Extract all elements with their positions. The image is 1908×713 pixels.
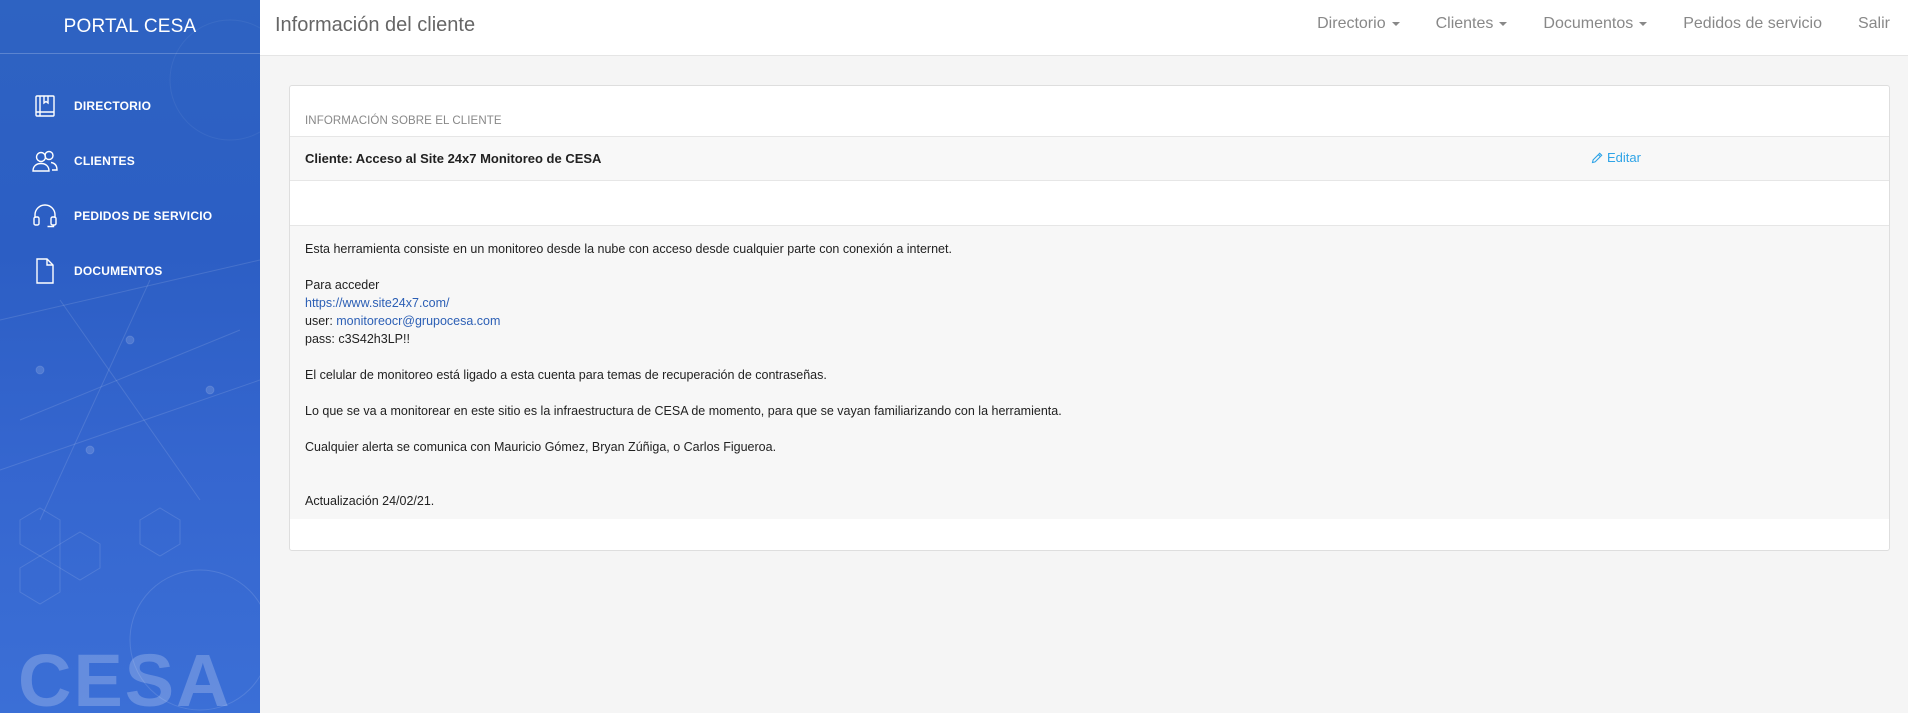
document-icon <box>32 257 58 284</box>
note-scope: Lo que se va a monitorear en este sitio … <box>305 404 1062 418</box>
pencil-icon <box>1591 152 1603 164</box>
updated-date: Actualización 24/02/21. <box>305 494 435 508</box>
sidebar-item-label: DOCUMENTOS <box>74 263 163 278</box>
site24x7-link[interactable]: https://www.site24x7.com/ <box>305 296 450 310</box>
top-navbar: Información del cliente Directorio Clien… <box>260 0 1908 56</box>
book-icon <box>32 93 58 119</box>
note-phone: El celular de monitoreo está ligado a es… <box>305 368 827 382</box>
sidebar-item-label: DIRECTORIO <box>74 98 152 113</box>
nav-salir[interactable]: Salir <box>1840 15 1908 33</box>
sidebar-nav: DIRECTORIO CLIENTES PEDIDOS DE SERVICIO … <box>0 78 260 298</box>
nav-label: Salir <box>1857 15 1890 32</box>
access-label: Para acceder <box>305 278 380 292</box>
nav-label: Pedidos de servicio <box>1683 15 1822 32</box>
empty-row <box>290 181 1889 226</box>
user-email-link[interactable]: monitoreocr@grupocesa.com <box>336 314 500 328</box>
client-title-row: Cliente: Acceso al Site 24x7 Monitoreo d… <box>290 136 1889 181</box>
note-alerts: Cualquier alerta se comunica con Maurici… <box>305 440 777 454</box>
user-prefix: user: <box>305 314 337 328</box>
nav-directorio-dropdown[interactable]: Directorio <box>1299 15 1417 33</box>
nav-label: Clientes <box>1435 15 1494 32</box>
sidebar-item-pedidos-de-servicio[interactable]: PEDIDOS DE SERVICIO <box>0 188 260 243</box>
page-title: Información del cliente <box>275 14 476 36</box>
edit-label: Editar <box>1607 150 1641 165</box>
sidebar-item-directorio[interactable]: DIRECTORIO <box>0 78 260 133</box>
top-nav: Directorio Clientes Documentos Pedidos d… <box>1299 0 1908 48</box>
sidebar: PORTAL CESA DIRECTORIO CLIENTES PEDIDOS … <box>0 0 260 713</box>
caret-down-icon <box>1639 22 1648 26</box>
nav-documentos-dropdown[interactable]: Documentos <box>1525 15 1665 33</box>
client-description: Esta herramienta consiste en un monitore… <box>290 226 1889 519</box>
nav-label: Directorio <box>1317 15 1386 32</box>
user-line: user: monitoreocr@grupocesa.com <box>305 312 1874 330</box>
caret-down-icon <box>1391 22 1400 26</box>
sidebar-item-clientes[interactable]: CLIENTES <box>0 133 260 188</box>
brand-title[interactable]: PORTAL CESA <box>0 0 260 54</box>
client-title: Cliente: Acceso al Site 24x7 Monitoreo d… <box>305 151 602 166</box>
sidebar-item-label: PEDIDOS DE SERVICIO <box>74 208 213 223</box>
users-icon <box>32 148 58 174</box>
nav-clientes-dropdown[interactable]: Clientes <box>1418 15 1526 33</box>
sidebar-item-documentos[interactable]: DOCUMENTOS <box>0 243 260 298</box>
caret-down-icon <box>1499 22 1508 26</box>
nav-pedidos-de-servicio[interactable]: Pedidos de servicio <box>1665 15 1840 33</box>
headset-icon <box>32 203 58 229</box>
pass-line: pass: c3S42h3LP!! <box>305 332 410 346</box>
sidebar-item-label: CLIENTES <box>74 153 135 168</box>
intro-text: Esta herramienta consiste en un monitore… <box>305 242 952 256</box>
edit-button[interactable]: Editar <box>1591 150 1641 165</box>
nav-label: Documentos <box>1543 15 1634 32</box>
client-info-panel: INFORMACIÓN SOBRE EL CLIENTE Cliente: Ac… <box>289 85 1890 551</box>
cesa-logo-watermark: CESA <box>18 639 232 713</box>
panel-heading: INFORMACIÓN SOBRE EL CLIENTE <box>305 115 502 127</box>
